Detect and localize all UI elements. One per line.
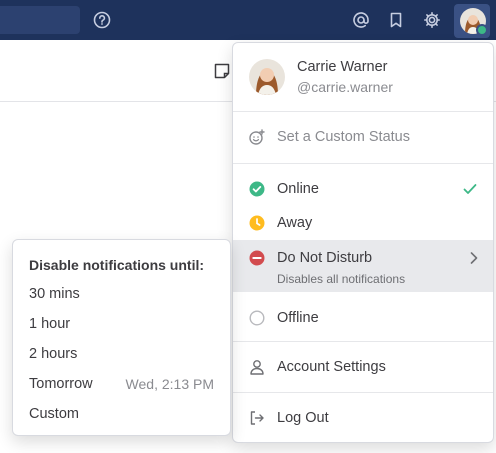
divider: [233, 163, 493, 164]
status-online-label: Online: [277, 181, 319, 197]
status-offline-option[interactable]: Offline: [233, 301, 493, 335]
dnd-minus-icon: [249, 250, 265, 266]
profile-name: Carrie Warner: [297, 59, 388, 75]
help-icon[interactable]: [90, 8, 114, 32]
chevron-right-icon: [469, 251, 479, 270]
logout-icon: [249, 410, 265, 426]
avatar: [249, 59, 285, 95]
user-icon: [249, 359, 265, 375]
dnd-option-tomorrow[interactable]: Tomorrow: [29, 376, 93, 392]
dnd-option-1-hour[interactable]: 1 hour: [29, 316, 70, 332]
dnd-option-2-hours[interactable]: 2 hours: [29, 346, 77, 362]
logout-button[interactable]: Log Out: [233, 394, 493, 442]
divider: [233, 392, 493, 393]
dnd-tomorrow-time: Wed, 2:13 PM: [125, 376, 214, 392]
logout-label: Log Out: [277, 410, 329, 426]
account-settings-label: Account Settings: [277, 359, 386, 375]
custom-status-label: Set a Custom Status: [277, 129, 410, 145]
offline-circle-icon: [249, 310, 265, 326]
status-away-label: Away: [277, 215, 313, 231]
online-status-icon: [249, 181, 265, 197]
mention-icon[interactable]: [349, 8, 373, 32]
search-input[interactable]: [0, 6, 80, 34]
bookmark-icon[interactable]: [384, 8, 408, 32]
dnd-option-30-mins[interactable]: 30 mins: [29, 286, 80, 302]
dnd-submenu-title: Disable notifications until:: [29, 257, 205, 273]
set-custom-status-button[interactable]: Set a Custom Status: [233, 112, 493, 163]
gear-icon[interactable]: [420, 8, 444, 32]
status-dnd-label: Do Not Disturb: [277, 250, 373, 266]
status-menu: Carrie Warner @carrie.warner Set a Custo…: [232, 42, 494, 443]
user-avatar-button[interactable]: [454, 4, 490, 38]
smile-plus-icon: [249, 129, 265, 145]
dnd-option-custom[interactable]: Custom: [29, 406, 79, 422]
away-clock-icon: [249, 215, 265, 231]
status-dnd-option[interactable]: Do Not Disturb Disables all notification…: [233, 240, 493, 292]
status-indicator: [476, 24, 488, 36]
dnd-duration-submenu: Disable notifications until: 30 mins 1 h…: [12, 239, 231, 436]
status-online-option[interactable]: Online: [233, 172, 493, 206]
note-icon[interactable]: [213, 62, 231, 85]
top-bar: [0, 0, 496, 40]
status-dnd-description: Disables all notifications: [277, 272, 406, 286]
profile-handle: @carrie.warner: [297, 79, 393, 95]
check-icon: [463, 182, 477, 201]
account-settings-button[interactable]: Account Settings: [233, 343, 493, 391]
status-offline-label: Offline: [277, 310, 319, 326]
status-away-option[interactable]: Away: [233, 206, 493, 240]
divider: [233, 341, 493, 342]
